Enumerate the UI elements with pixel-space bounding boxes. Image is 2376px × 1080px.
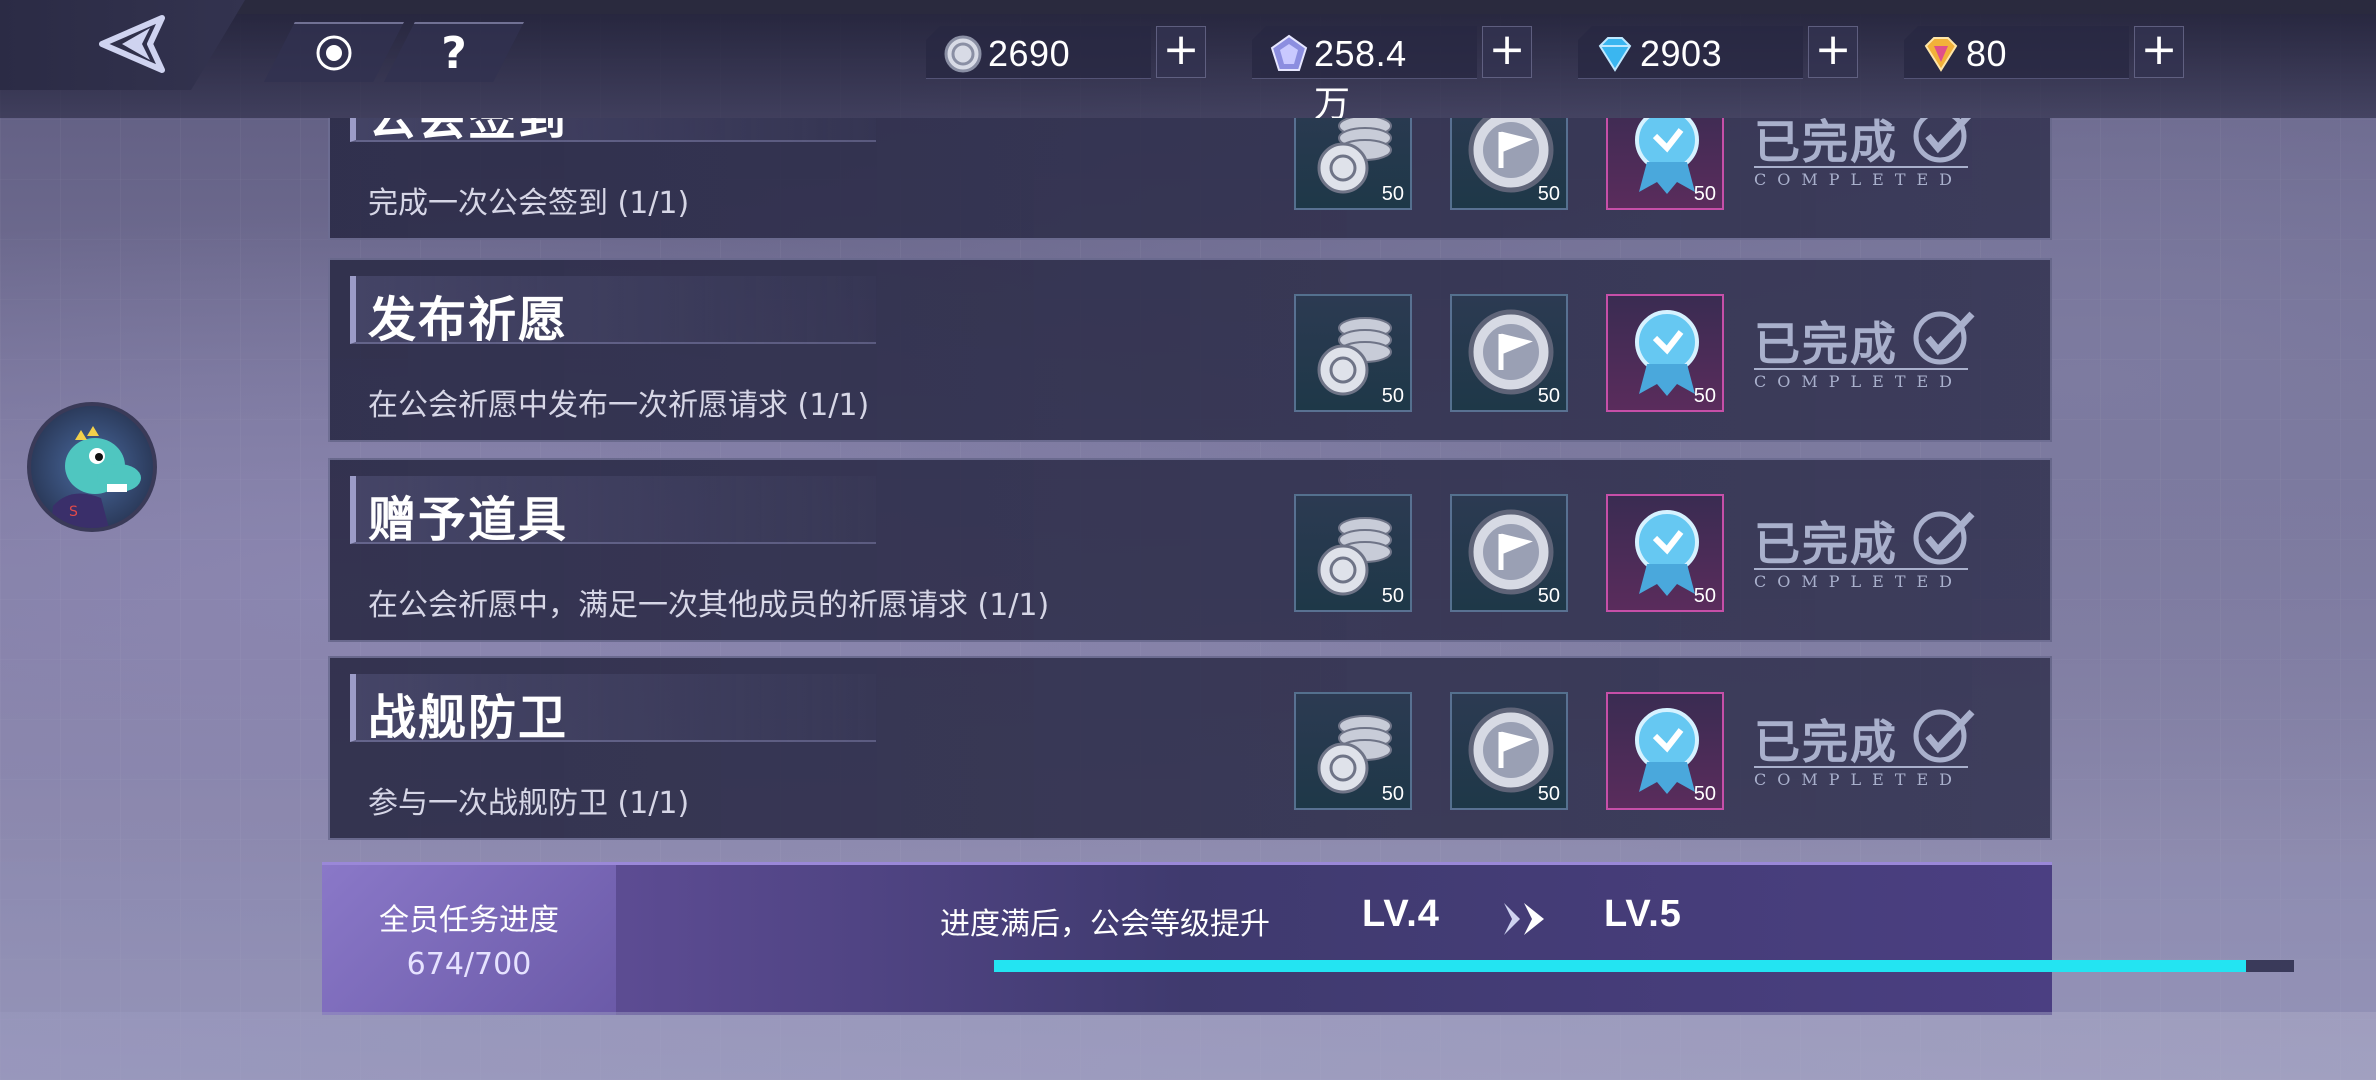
top-bar: ? 2690 + 258.4万 + 2903 + 80 + [0, 0, 2376, 124]
task-desc: 在公会祈愿中，满足一次其他成员的祈愿请求 (1/1) [368, 588, 1050, 623]
reward-flag[interactable]: 50 [1450, 294, 1568, 412]
completed-en-label: COMPLETED [1754, 568, 1968, 591]
help-icon: ? [441, 27, 467, 79]
top-strip [0, 0, 2376, 14]
reward-count: 50 [1537, 183, 1560, 205]
svg-text:S: S [69, 504, 78, 520]
progress-note: 进度满后，公会等级提升 [940, 907, 1270, 942]
record-icon [316, 35, 352, 71]
progress-value: 674/700 [406, 947, 532, 982]
diamond-icon [1598, 37, 1632, 72]
reward-silver[interactable]: 50 [1294, 118, 1412, 210]
record-button[interactable] [264, 22, 404, 82]
task-title: 发布祈愿 [368, 292, 569, 348]
reward-count: 50 [1381, 385, 1404, 407]
reward-badge[interactable]: 50 [1606, 494, 1724, 612]
task-desc: 完成一次公会签到 (1/1) [368, 186, 690, 221]
reward-badge[interactable]: 50 [1606, 692, 1724, 810]
task-card: 发布祈愿 在公会祈愿中发布一次祈愿请求 (1/1) 50 50 50 已完成 C… [328, 258, 2052, 442]
progress-fill [994, 960, 2246, 972]
task-list[interactable]: 公会签到 完成一次公会签到 (1/1) 50 50 50 已完成 COMPLET… [326, 118, 2054, 840]
reward-badge[interactable]: 50 [1606, 118, 1724, 210]
reward-count: 50 [1693, 385, 1716, 407]
reward-flag[interactable]: 50 [1450, 692, 1568, 810]
check-icon [1913, 311, 1975, 365]
reward-count: 50 [1537, 783, 1560, 805]
reward-silver[interactable]: 50 [1294, 294, 1412, 412]
crystal-icon [1270, 34, 1308, 71]
footer-band [0, 1012, 2376, 1080]
dinosaur-avatar-icon: S [51, 426, 141, 528]
check-icon [1913, 118, 1972, 163]
gold-gem-icon [1924, 37, 1958, 72]
progress-bar [994, 960, 2294, 972]
reward-silver[interactable]: 50 [1294, 494, 1412, 612]
reward-flag[interactable]: 50 [1450, 494, 1568, 612]
progress-label: 全员任务进度 [379, 903, 559, 938]
completed-label: 已完成 [1754, 317, 1898, 371]
double-chevron-icon [1504, 903, 1544, 935]
currency-value: 2690 [988, 33, 1071, 74]
add-diamond-button[interactable]: + [1808, 26, 1858, 78]
avatar[interactable]: S [27, 402, 157, 532]
currency-value: 80 [1966, 33, 2008, 74]
reward-count: 50 [1693, 183, 1716, 205]
reward-count: 50 [1381, 585, 1404, 607]
progress-summary: 全员任务进度 674/700 [322, 865, 616, 1015]
task-title: 赠予道具 [368, 492, 569, 548]
reward-count: 50 [1537, 385, 1560, 407]
help-button[interactable]: ? [384, 22, 524, 82]
completed-stamp: 已完成 COMPLETED [1754, 308, 1984, 404]
completed-en-label: COMPLETED [1754, 368, 1968, 391]
task-card: 战舰防卫 参与一次战舰防卫 (1/1) 50 50 50 已完成 COMPLET… [328, 656, 2052, 840]
completed-stamp: 已完成 COMPLETED [1754, 508, 1984, 604]
completed-label: 已完成 [1754, 118, 1898, 169]
reward-count: 50 [1537, 585, 1560, 607]
reward-count: 50 [1381, 783, 1404, 805]
task-title: 战舰防卫 [368, 690, 569, 746]
task-card: 公会签到 完成一次公会签到 (1/1) 50 50 50 已完成 COMPLET… [328, 118, 2052, 240]
task-title: 公会签到 [368, 118, 569, 146]
back-arrow-icon [99, 15, 165, 73]
completed-en-label: COMPLETED [1754, 166, 1968, 189]
check-icon [1913, 511, 1975, 565]
reward-count: 50 [1693, 585, 1716, 607]
back-button[interactable] [92, 14, 172, 74]
completed-stamp: 已完成 COMPLETED [1754, 706, 1984, 802]
reward-count: 50 [1693, 783, 1716, 805]
completed-stamp: 已完成 COMPLETED [1754, 118, 1984, 202]
currency-value: 258.4万 [1314, 33, 1407, 124]
level-next: LV.5 [1604, 893, 1682, 935]
reward-flag[interactable]: 50 [1450, 118, 1568, 210]
task-card: 赠予道具 在公会祈愿中，满足一次其他成员的祈愿请求 (1/1) 50 50 50… [328, 458, 2052, 642]
completed-label: 已完成 [1754, 715, 1898, 769]
reward-count: 50 [1381, 183, 1404, 205]
task-desc: 参与一次战舰防卫 (1/1) [368, 786, 690, 821]
completed-label: 已完成 [1754, 517, 1898, 571]
task-desc: 在公会祈愿中发布一次祈愿请求 (1/1) [368, 388, 870, 423]
add-crystal-button[interactable]: + [1482, 26, 1532, 78]
guild-progress-panel: 全员任务进度 674/700 进度满后，公会等级提升 LV.4 LV.5 [322, 862, 2294, 1015]
add-silver-button[interactable]: + [1156, 26, 1206, 78]
completed-en-label: COMPLETED [1754, 766, 1968, 789]
add-gold-button[interactable]: + [2134, 26, 2184, 78]
reward-silver[interactable]: 50 [1294, 692, 1412, 810]
silver-coin-icon [944, 35, 982, 73]
check-icon [1913, 709, 1975, 763]
currency-value: 2903 [1640, 33, 1723, 74]
reward-badge[interactable]: 50 [1606, 294, 1724, 412]
level-current: LV.4 [1362, 893, 1440, 935]
